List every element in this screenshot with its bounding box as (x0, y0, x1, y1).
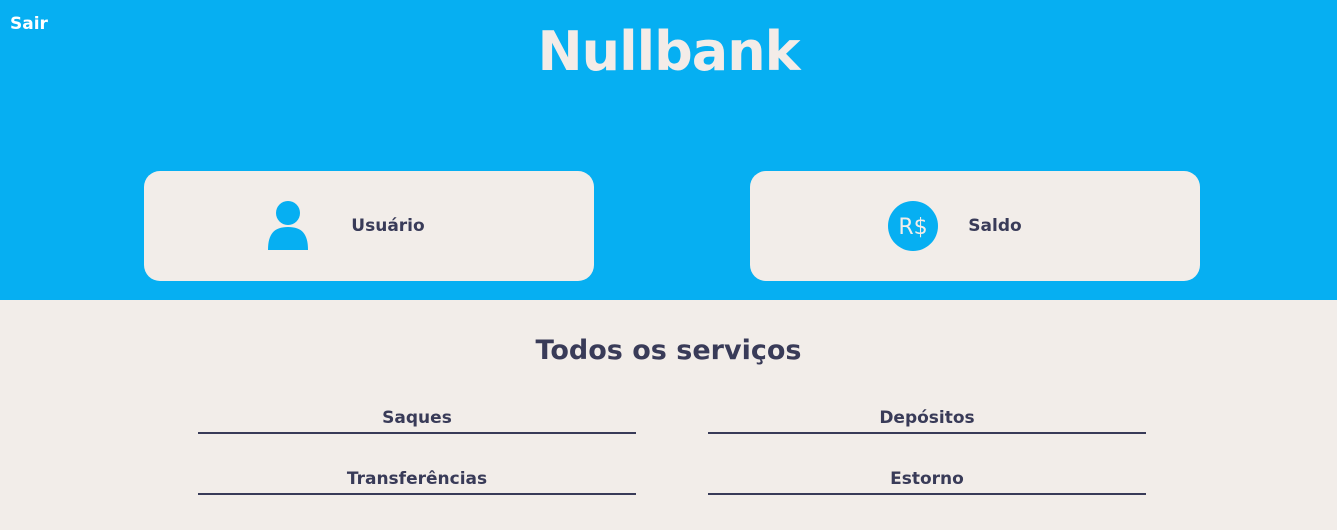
services-section: Todos os serviços Saques Depósitos Trans… (0, 300, 1337, 530)
services-title: Todos os serviços (535, 335, 802, 366)
service-depositos[interactable]: Depósitos (708, 402, 1146, 434)
service-transferencias[interactable]: Transferências (198, 463, 636, 495)
service-saques[interactable]: Saques (198, 402, 636, 434)
user-icon (263, 201, 313, 251)
service-estorno[interactable]: Estorno (708, 463, 1146, 495)
balance-card-label: Saldo (968, 216, 1022, 236)
currency-real-icon: R$ (888, 201, 939, 251)
svg-text:R$: R$ (899, 215, 928, 240)
brand-title: Nullbank (537, 20, 800, 83)
balance-card[interactable]: R$ Saldo (750, 171, 1200, 281)
user-card-label: Usuário (351, 216, 425, 236)
user-card[interactable]: Usuário (144, 171, 594, 281)
header-section: Sair Nullbank Usuário R$ Saldo (0, 0, 1337, 300)
